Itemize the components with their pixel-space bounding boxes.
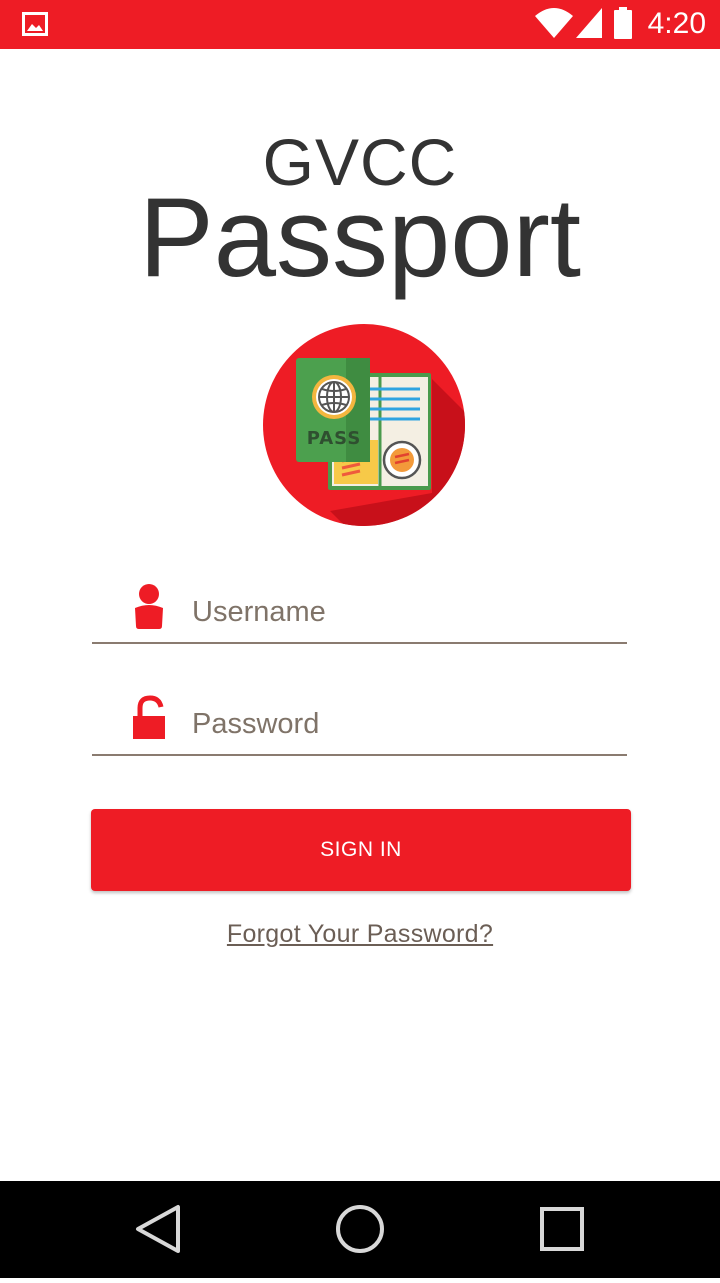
unlock-icon [133,695,165,739]
wifi-icon [535,8,573,38]
navigation-bar [0,1181,720,1278]
back-button[interactable] [100,1181,220,1278]
user-icon [135,584,163,629]
passport-icon: PASS [263,324,465,526]
cell-signal-icon [576,8,602,38]
sign-in-button[interactable]: SIGN IN [91,809,631,891]
recent-apps-icon [540,1207,584,1251]
username-input[interactable] [190,588,614,636]
status-time: 4:20 [647,7,706,40]
home-icon [336,1205,384,1253]
image-notification-icon [22,12,48,36]
home-button[interactable] [300,1181,420,1278]
password-input[interactable] [190,700,614,748]
username-field[interactable] [92,582,627,644]
recent-apps-button[interactable] [502,1181,622,1278]
battery-icon [614,7,632,39]
passport-label: PASS [307,428,362,449]
back-icon [136,1205,180,1253]
status-bar: 4:20 [0,0,720,49]
app-title-big: Passport [139,175,581,300]
password-field[interactable] [92,694,627,756]
forgot-password-link[interactable]: Forgot Your Password? [0,918,720,950]
